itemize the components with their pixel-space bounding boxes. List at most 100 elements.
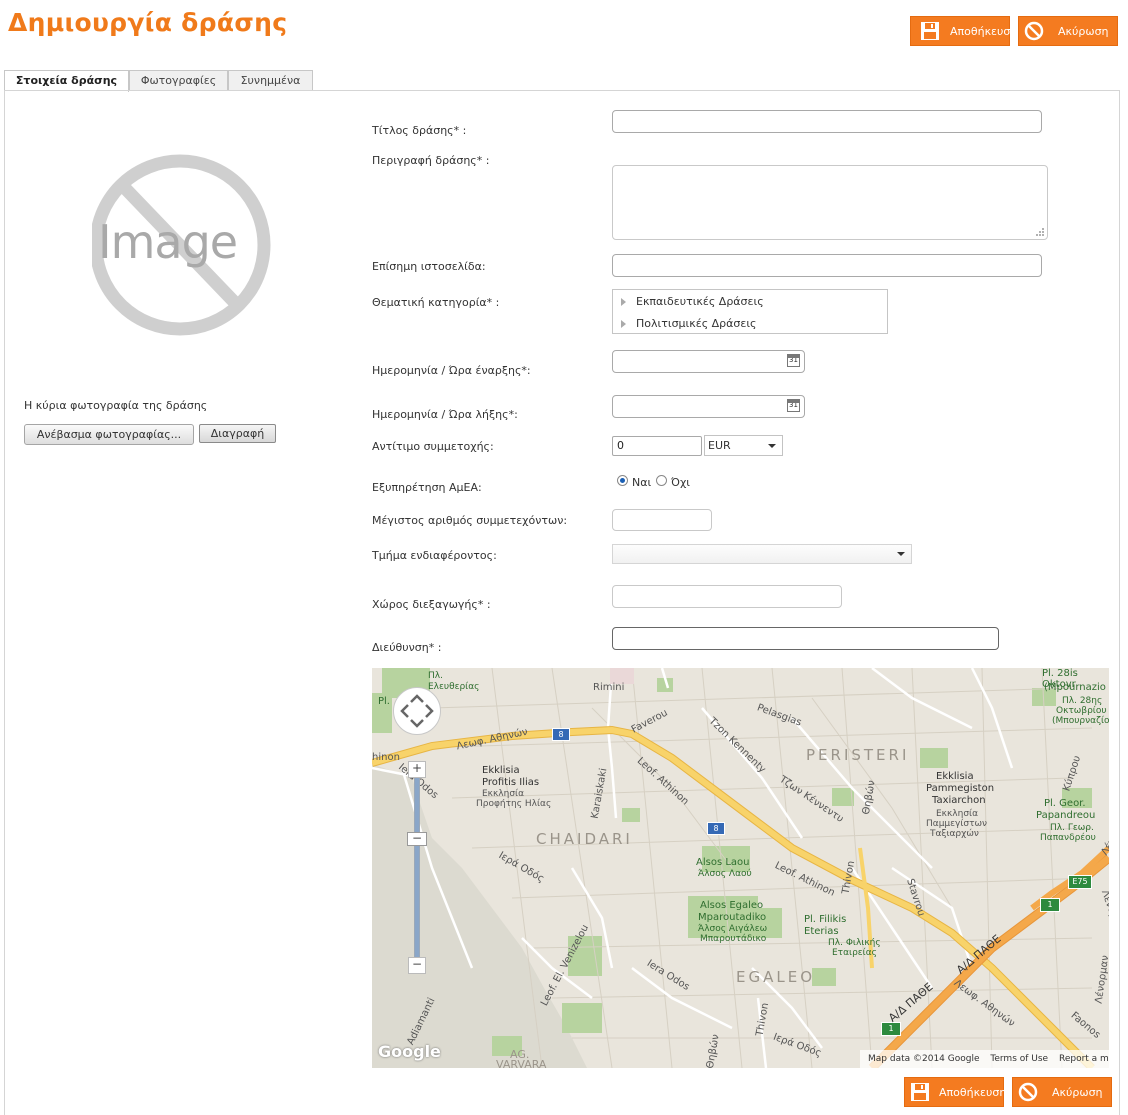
- map-label: Άλσος Αιγάλεω: [698, 924, 768, 934]
- amea-yes-label: Ναι: [632, 476, 652, 489]
- department-select[interactable]: [612, 544, 912, 564]
- map-label: Εκκλησία: [936, 809, 979, 819]
- save-label: Αποθήκευση: [939, 1085, 1007, 1099]
- title-input[interactable]: [612, 110, 1042, 133]
- category-label: Θεματική κατηγορία* :: [372, 296, 500, 309]
- zoom-slider-track[interactable]: [414, 774, 420, 962]
- cancel-icon: [1018, 1082, 1038, 1102]
- photo-placeholder: Image: [89, 143, 274, 347]
- map-label: Ταξιαρχών: [930, 829, 979, 839]
- upload-photo-button[interactable]: Ανέβασμα φωτογραφίας...: [24, 424, 194, 445]
- map-label: (Mpournazio: [1044, 682, 1106, 693]
- tab-photos[interactable]: Φωτογραφίες: [129, 70, 228, 91]
- zoom-out-button[interactable]: −: [408, 957, 426, 974]
- save-button[interactable]: Αποθήκευση: [910, 16, 1017, 46]
- address-input[interactable]: [612, 627, 999, 650]
- website-input[interactable]: [612, 254, 1042, 277]
- map-label: Papandreou: [1036, 810, 1096, 821]
- chevron-down-icon: [897, 552, 905, 556]
- map-label: VARVARA: [496, 1058, 547, 1068]
- map-label: Alsos Egaleo: [700, 900, 764, 911]
- amea-no-radio[interactable]: [656, 475, 667, 486]
- start-datetime-label: Ημερομηνία / Ώρα έναρξης*:: [372, 364, 531, 377]
- amea-label: Εξυπηρέτηση ΑμΕΑ:: [372, 481, 482, 494]
- category-item[interactable]: Πολιτισμικές Δράσεις: [621, 317, 757, 330]
- end-datetime-label: Ημερομηνία / Ώρα λήξης*:: [372, 408, 518, 421]
- expand-arrow-icon[interactable]: [621, 320, 626, 328]
- google-logo: Google: [378, 1042, 441, 1061]
- map-label: Πλ. Φιλικής: [828, 938, 881, 948]
- page-title: Δημιουργία δράσης: [8, 8, 288, 37]
- zoom-handle[interactable]: −: [407, 832, 427, 846]
- map-label: Εταιρείας: [832, 948, 877, 958]
- map-label: Pammegiston: [926, 783, 995, 794]
- department-label: Τμήμα ενδιαφέροντος:: [372, 549, 497, 562]
- cancel-icon: [1024, 21, 1044, 41]
- map-label: Οκτωβρίου: [1056, 706, 1107, 716]
- map-label: Προφήτης Ηλίας: [476, 799, 552, 809]
- map-label: Εκκλησία: [482, 789, 525, 799]
- fee-input[interactable]: 0: [612, 436, 702, 456]
- save-icon: [911, 1083, 929, 1101]
- map-label: Παμμεγίστων: [926, 819, 988, 829]
- category-tree[interactable]: Εκπαιδευτικές Δράσεις Πολιτισμικές Δράσε…: [612, 289, 888, 334]
- map-label: Mparoutadiko: [698, 912, 767, 923]
- venue-input[interactable]: [612, 585, 842, 608]
- cancel-label: Ακύρωση: [1052, 1085, 1103, 1099]
- map-label: hinon: [372, 752, 400, 763]
- calendar-icon[interactable]: 31: [787, 399, 800, 412]
- map-label: Taxiarchon: [932, 795, 986, 806]
- calendar-icon[interactable]: 31: [787, 354, 800, 367]
- max-participants-label: Μέγιστος αριθμός συμμετεχόντων:: [372, 514, 568, 527]
- map-label: Rimini: [593, 682, 625, 693]
- map-label: Alsos Laou: [696, 857, 750, 868]
- route-shield: 8: [707, 822, 725, 835]
- map-label: Pl. Filikis: [804, 914, 847, 925]
- save-button-bottom[interactable]: Αποθήκευση: [904, 1077, 1007, 1107]
- map-label: Μπαρουτάδικο: [700, 934, 767, 944]
- resize-handle-icon: [1036, 228, 1044, 236]
- map-label: Παπανδρέου: [1040, 833, 1096, 843]
- description-label: Περιγραφή δράσης* :: [372, 154, 490, 167]
- map-data-text: Map data ©2014 Google: [868, 1054, 980, 1064]
- category-item[interactable]: Εκπαιδευτικές Δράσεις: [621, 295, 764, 308]
- map-pan-control[interactable]: [393, 687, 441, 735]
- map-label: Pl.: [378, 696, 390, 707]
- amea-no-label: Όχι: [671, 476, 691, 489]
- end-datetime-input[interactable]: 31: [612, 395, 805, 418]
- save-label: Αποθήκευση: [950, 24, 1018, 38]
- expand-arrow-icon[interactable]: [621, 298, 626, 306]
- terms-link[interactable]: Terms of Use: [990, 1054, 1048, 1064]
- map-label: (Μπουρναζίου: [1052, 716, 1109, 726]
- currency-value: EUR: [708, 439, 731, 452]
- location-map[interactable]: 8 8 1 1 E75 Rimini Πλ. Ελευθερίας Pl. Fa…: [372, 668, 1109, 1068]
- delete-photo-button[interactable]: Διαγραφή: [199, 424, 276, 443]
- map-label: Άλσος Λαού: [698, 869, 752, 879]
- map-label: EGALEO: [736, 968, 816, 986]
- photo-caption: Η κύρια φωτογραφία της δράσης: [24, 399, 208, 412]
- map-label: CHAIDARI: [536, 830, 633, 848]
- route-shield: 1: [1040, 898, 1060, 912]
- tab-attachments[interactable]: Συνημμένα: [228, 70, 313, 91]
- chevron-down-icon: [768, 444, 776, 448]
- map-label: Pl. Geor.: [1044, 798, 1086, 809]
- report-link[interactable]: Report a m: [1059, 1054, 1109, 1064]
- amea-yes-radio[interactable]: [617, 475, 628, 486]
- description-textarea[interactable]: [612, 165, 1048, 240]
- map-label: PERISTERI: [806, 746, 910, 764]
- tab-event-details[interactable]: Στοιχεία δράσης: [4, 70, 129, 92]
- route-shield: 8: [552, 728, 570, 741]
- route-shield: E75: [1068, 875, 1092, 889]
- currency-select[interactable]: EUR: [704, 435, 783, 456]
- cancel-button[interactable]: Ακύρωση: [1018, 16, 1118, 46]
- map-label: Πλ. Γεωρ.: [1050, 823, 1094, 833]
- start-datetime-input[interactable]: 31: [612, 350, 805, 373]
- fee-label: Αντίτιμο συμμετοχής:: [372, 440, 494, 453]
- website-label: Επίσημη ιστοσελίδα:: [372, 260, 486, 273]
- pan-arrows-icon: [400, 694, 434, 728]
- map-label: Profitis Ilias: [482, 777, 540, 788]
- cancel-button-bottom[interactable]: Ακύρωση: [1012, 1077, 1112, 1107]
- max-participants-input[interactable]: [612, 509, 712, 531]
- zoom-in-button[interactable]: +: [408, 761, 426, 778]
- map-label: Ekklisia: [936, 771, 974, 782]
